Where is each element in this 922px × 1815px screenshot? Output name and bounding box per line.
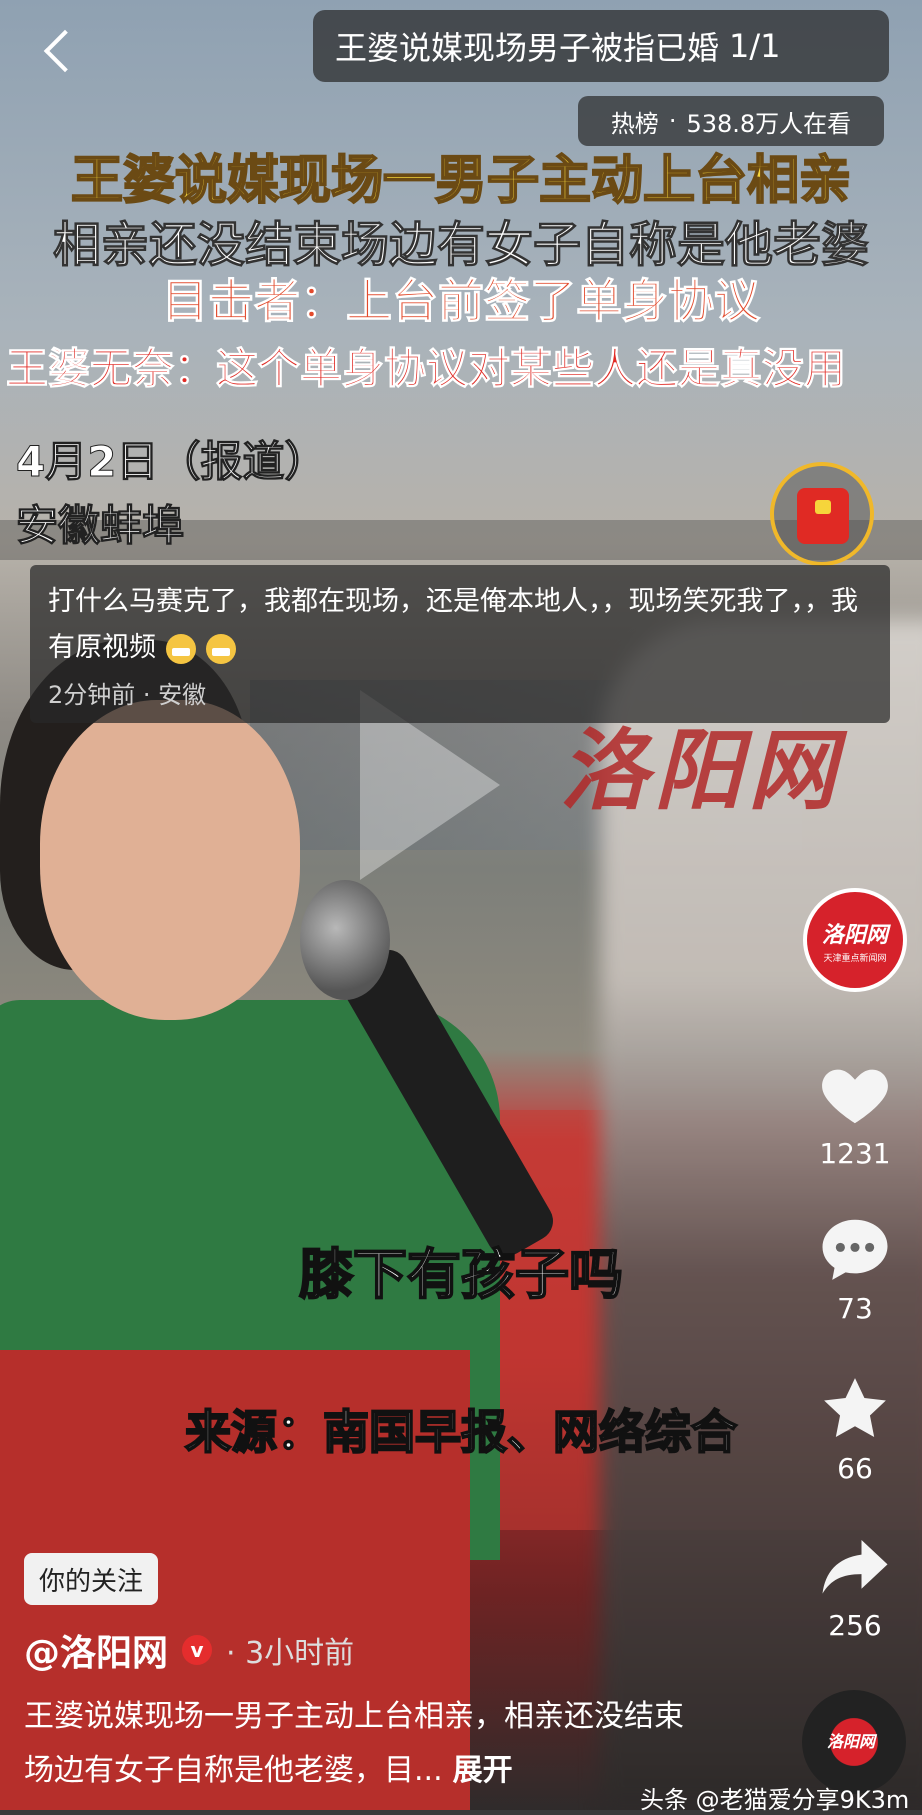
report-location: 安徽蚌埠 <box>15 501 185 551</box>
share-count: 256 <box>828 1609 882 1642</box>
grin-emoji-icon <box>166 633 196 664</box>
comment-count: 73 <box>837 1292 873 1325</box>
comment-button[interactable]: 73 <box>800 1210 910 1325</box>
subtitle-line-1: 膝下有孩子吗 <box>298 1242 624 1307</box>
like-button[interactable]: 1231 <box>800 1055 910 1170</box>
viewer-count: 538.8万人在看 <box>686 109 852 138</box>
author-name[interactable]: @洛阳网 <box>24 1624 168 1676</box>
headline-1: 王婆说媒现场一男子主动上台相亲 <box>70 150 852 212</box>
back-icon[interactable] <box>38 29 87 74</box>
subtitle-source: 来源：南国早报、网络综合 <box>184 1404 738 1460</box>
topic-title: 王婆说媒现场男子被指已婚 <box>335 29 720 67</box>
headline-3: 目击者：上台前签了单身协议 <box>162 274 761 329</box>
author-line[interactable]: @洛阳网 v · 3小时前 <box>24 1624 354 1676</box>
share-button[interactable]: 256 <box>800 1527 910 1642</box>
hot-list-label: 热榜 <box>610 109 659 138</box>
star-icon <box>815 1370 895 1450</box>
author-avatar[interactable]: 洛阳网 天津重点新闻网 <box>800 888 910 998</box>
comment-meta: 2分钟前 · 安徽 <box>48 681 207 709</box>
avatar-logo-text: 洛阳网 <box>821 921 888 948</box>
page-indicator: 1/1 <box>729 27 781 65</box>
following-tag: 你的关注 <box>24 1553 158 1605</box>
grin-emoji-icon <box>206 633 236 664</box>
share-icon <box>815 1527 895 1607</box>
red-packet-icon[interactable] <box>770 462 874 566</box>
verified-icon: v <box>182 1635 213 1665</box>
matchmaker-face <box>40 700 300 1020</box>
avatar-slogan: 天津重点新闻网 <box>823 953 887 964</box>
description-text: 王婆说媒现场一男子主动上台相亲，相亲还没结束场边有女子自称是他老婆，目... <box>24 1699 684 1788</box>
expand-link[interactable]: 展开 <box>453 1753 513 1788</box>
like-count: 1231 <box>819 1137 891 1170</box>
heart-icon <box>815 1055 895 1135</box>
favorite-count: 66 <box>837 1452 873 1485</box>
music-disc-icon[interactable]: 洛阳网 <box>802 1690 906 1794</box>
headline-4: 王婆无奈：这个单身协议对某些人还是真没用 <box>6 344 847 394</box>
topic-title-pill[interactable]: 王婆说媒现场男子被指已婚 1/1 <box>313 10 889 82</box>
favorite-button[interactable]: 66 <box>800 1370 910 1485</box>
disc-label: 洛阳网 <box>827 1732 876 1751</box>
microphone <box>300 880 390 1000</box>
hot-separator: · <box>668 107 677 135</box>
comment-icon <box>815 1210 895 1290</box>
post-time: · 3小时前 <box>226 1636 355 1671</box>
report-date: 4月2日（报道） <box>15 437 327 487</box>
video-description[interactable]: 王婆说媒现场一男子主动上台相亲，相亲还没结束场边有女子自称是他老婆，目... 展开 <box>24 1690 684 1798</box>
floating-comment[interactable]: 打什么马赛克了，我都在现场，还是俺本地人，，现场笑死我了，，我有原视频 2分钟前… <box>30 565 890 723</box>
